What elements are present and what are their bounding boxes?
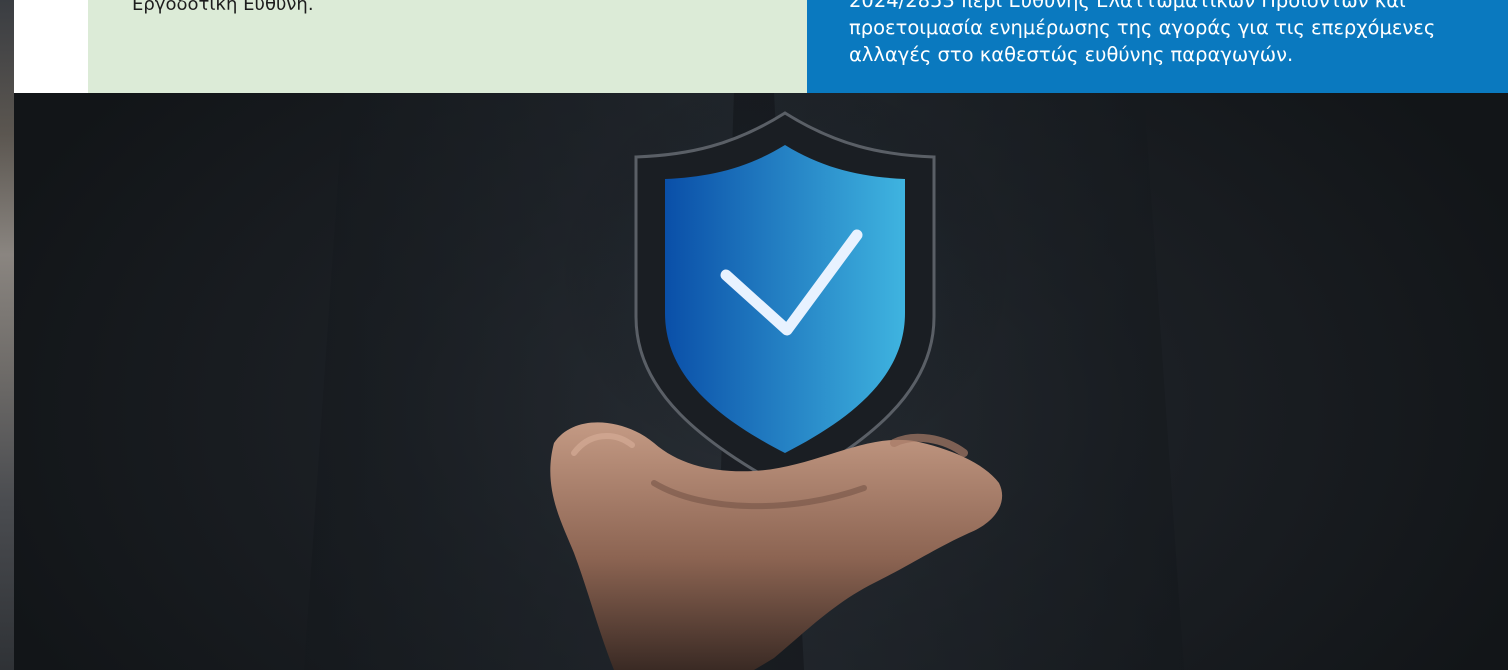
info-card-blue-line: 2024/2853 περί Ευθύνης Ελαττωματικών Προ… [849, 0, 1406, 12]
info-card-blue-text: 2024/2853 περί Ευθύνης Ελαττωματικών Προ… [849, 0, 1499, 68]
info-card-green: Εργοδοτική Ευθύνη. [88, 0, 807, 93]
left-photo-strip [0, 0, 14, 670]
hero-image [14, 93, 1508, 670]
info-card-blue-line: προετοιμασία ενημέρωσης της αγοράς για τ… [849, 16, 1436, 39]
info-card-blue: 2024/2853 περί Ευθύνης Ελαττωματικών Προ… [807, 0, 1508, 93]
info-card-green-text: Εργοδοτική Ευθύνη. [132, 0, 314, 15]
page: Εργοδοτική Ευθύνη. 2024/2853 περί Ευθύνη… [0, 0, 1508, 670]
info-card-blue-line: αλλαγές στο καθεστώς ευθύνης παραγωγών. [849, 43, 1294, 66]
hero-illustration [304, 93, 1184, 670]
